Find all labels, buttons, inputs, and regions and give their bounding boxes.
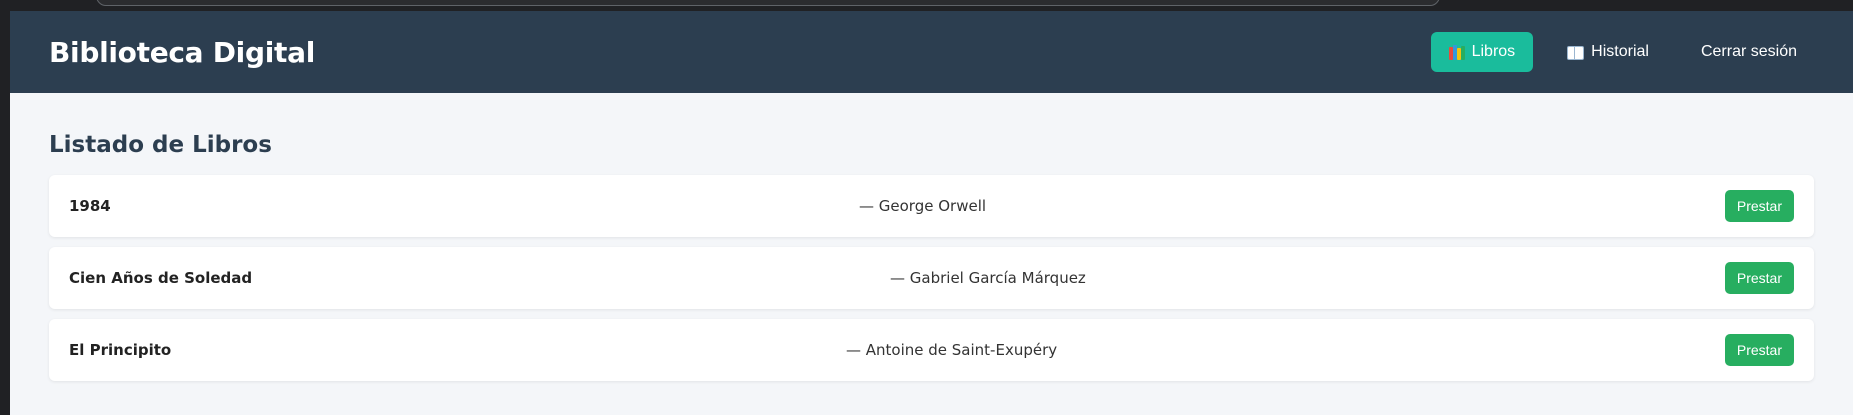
- book-title: Cien Años de Soledad: [69, 269, 253, 287]
- nav-link-label: Cerrar sesión: [1700, 43, 1797, 60]
- nav-links: Libros Historial Cerrar sesión: [1430, 32, 1815, 72]
- book-author: — Antoine de Saint-Exupéry: [846, 341, 1058, 359]
- open-book-icon: [1567, 46, 1585, 60]
- book-author: — Gabriel García Márquez: [890, 269, 1086, 287]
- book-title: El Principito: [69, 341, 172, 359]
- app-page: Biblioteca Digital Libros Historial Cerr…: [10, 11, 1853, 415]
- page-title: Listado de Libros: [49, 132, 272, 158]
- book-author: — George Orwell: [859, 197, 987, 215]
- nav-link-label: Libros: [1471, 43, 1516, 60]
- lend-button[interactable]: Prestar: [1724, 334, 1794, 366]
- logout-link[interactable]: Cerrar sesión: [1683, 32, 1815, 72]
- lend-button[interactable]: Prestar: [1724, 262, 1794, 294]
- book-row: 1984 — George Orwell Prestar: [49, 175, 1814, 237]
- browser-frame: [0, 0, 1853, 11]
- nav-link-libros[interactable]: Libros: [1430, 32, 1534, 72]
- nav-link-historial[interactable]: Historial: [1549, 32, 1667, 72]
- book-title: 1984: [69, 197, 111, 215]
- book-row: Cien Años de Soledad — Gabriel García Má…: [49, 247, 1814, 309]
- nav-link-label: Historial: [1591, 43, 1649, 60]
- books-icon: [1448, 44, 1465, 60]
- main-content: Listado de Libros 1984 — George Orwell P…: [10, 93, 1853, 381]
- brand-title[interactable]: Biblioteca Digital: [49, 36, 315, 69]
- lend-button[interactable]: Prestar: [1724, 190, 1794, 222]
- book-row: El Principito — Antoine de Saint-Exupéry…: [49, 319, 1814, 381]
- navbar: Biblioteca Digital Libros Historial Cerr…: [10, 11, 1853, 93]
- address-bar[interactable]: [96, 0, 1440, 6]
